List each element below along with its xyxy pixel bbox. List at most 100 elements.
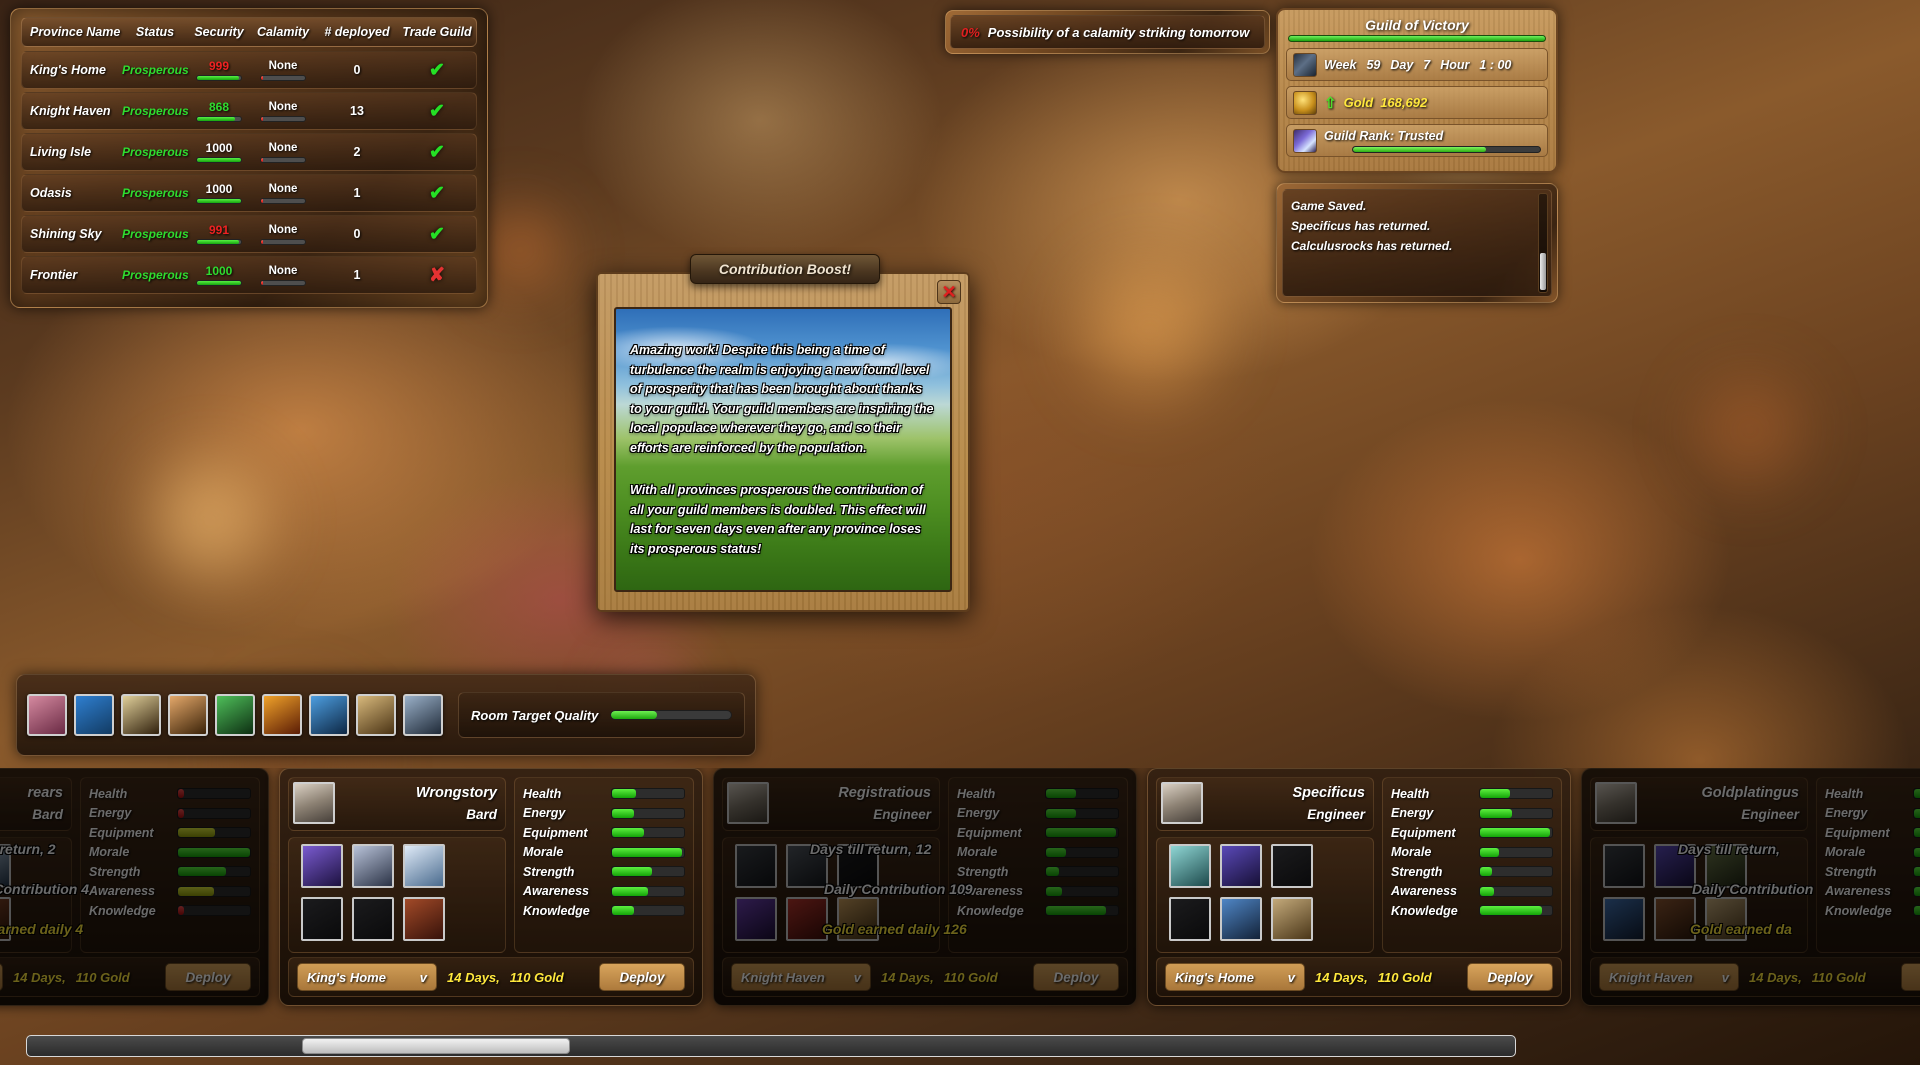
deploy-button-label: Deploy xyxy=(619,969,665,985)
equipment-slot[interactable] xyxy=(1603,844,1645,888)
table-row[interactable]: Knight Haven Prosperous 868 None 13 ✔ xyxy=(21,92,477,130)
deploy-bar: Knight Haven v 14 Days, 110 Gold Deploy xyxy=(722,957,1128,997)
equipment-slot[interactable] xyxy=(735,844,777,888)
horizontal-scrollbar[interactable] xyxy=(26,1035,1516,1057)
province-select-value: King's Home xyxy=(1175,969,1254,985)
stat-label: Energy xyxy=(1825,806,1868,821)
days-till-return: Days till return, 12 xyxy=(810,841,932,857)
province-calamity-cell: None xyxy=(250,183,316,204)
room-icon-archive[interactable] xyxy=(356,694,396,736)
message-log-scroll-thumb[interactable] xyxy=(1540,252,1546,290)
week-value: 59 xyxy=(1366,57,1381,72)
column-header-status: Status xyxy=(135,25,175,39)
character-stats: Health Energy Equipment Morale Strength Aware… xyxy=(948,777,1128,953)
province-deployed-cell: 0 xyxy=(353,63,361,77)
room-icon-garden[interactable] xyxy=(74,694,114,736)
province-trade-guild-cell: ✔ xyxy=(398,182,476,205)
equipment-slot[interactable] xyxy=(1603,897,1645,941)
province-select[interactable]: Knight Haven v xyxy=(1599,963,1739,991)
character-card-strip: rears Bard Health Energy Equipment Morale Stre… xyxy=(0,768,1920,1023)
character-card[interactable]: Wrongstory Bard Health Energy Equipment Moral… xyxy=(279,768,703,1006)
equipment-slot[interactable] xyxy=(1220,844,1262,888)
equipment-slot[interactable] xyxy=(735,897,777,941)
stat-row: Knowledge xyxy=(957,901,1119,921)
stat-label: Morale xyxy=(89,845,130,860)
province-select[interactable]: v xyxy=(0,963,3,991)
equipment-slot[interactable] xyxy=(1169,844,1211,888)
equipment-slot[interactable] xyxy=(403,897,445,941)
character-class: Bard xyxy=(466,807,497,822)
gold-earned-daily: Gold earned daily 4 xyxy=(0,921,84,937)
stat-label: Knowledge xyxy=(523,903,590,918)
deploy-button[interactable]: Deploy xyxy=(1467,963,1553,991)
stat-row: Energy xyxy=(1391,804,1553,824)
stat-label: Knowledge xyxy=(1825,903,1892,918)
equipment-grid xyxy=(1156,837,1374,953)
province-select[interactable]: King's Home v xyxy=(1165,963,1305,991)
calamity-text: Possibility of a calamity striking tomor… xyxy=(987,24,1250,40)
equipment-slot[interactable] xyxy=(352,897,394,941)
province-deployed-cell: 13 xyxy=(350,104,364,118)
character-class: Bard xyxy=(32,807,63,822)
room-icon-library[interactable] xyxy=(309,694,349,736)
deploy-button[interactable]: Deploy xyxy=(599,963,685,991)
room-icon-bedroom[interactable] xyxy=(27,694,67,736)
gold-earned-daily: Gold earned da xyxy=(1690,921,1792,937)
character-card[interactable]: Specificus Engineer Health Energy Equipment M… xyxy=(1147,768,1571,1006)
province-select[interactable]: King's Home v xyxy=(297,963,437,991)
room-icon-armory[interactable] xyxy=(215,694,255,736)
province-deployed-cell: 1 xyxy=(353,268,361,282)
day-value: 7 xyxy=(1423,57,1431,72)
deploy-button-label: Deploy xyxy=(1053,969,1099,985)
equipment-slot[interactable] xyxy=(352,844,394,888)
stat-bar xyxy=(1913,885,1920,897)
avatar xyxy=(293,782,335,824)
days-till-return: Days till return, xyxy=(1678,841,1780,857)
character-card[interactable]: Goldplatingus Engineer Health Energy Equipme… xyxy=(1581,768,1920,1006)
stat-bar xyxy=(1479,885,1553,897)
equipment-slot[interactable] xyxy=(301,844,343,888)
stat-row: Equipment xyxy=(523,823,685,843)
stat-label: Health xyxy=(1391,786,1430,801)
stat-bar xyxy=(1913,866,1920,878)
room-icon-workshop[interactable] xyxy=(168,694,208,736)
deploy-button[interactable]: Deploy xyxy=(1901,963,1920,991)
stat-label: Energy xyxy=(1391,806,1434,821)
equipment-slot[interactable] xyxy=(301,897,343,941)
room-icon-kitchen[interactable] xyxy=(121,694,161,736)
province-select[interactable]: Knight Haven v xyxy=(731,963,871,991)
table-row[interactable]: Living Isle Prosperous 1000 None 2 ✔ xyxy=(21,133,477,171)
character-name: Wrongstory xyxy=(415,785,497,801)
province-select-value: Knight Haven xyxy=(1609,969,1693,985)
deploy-button-label: Deploy xyxy=(1487,969,1533,985)
character-name: Specificus xyxy=(1292,785,1365,801)
room-icon-barracks[interactable] xyxy=(403,694,443,736)
stat-bar xyxy=(1045,827,1119,839)
dialog-paragraph-1: Amazing work! Despite this being a time … xyxy=(630,343,934,455)
day-label: Day xyxy=(1390,57,1414,72)
equipment-slot[interactable] xyxy=(1271,897,1313,941)
province-security-cell: 991 xyxy=(188,223,250,245)
deploy-button[interactable]: Deploy xyxy=(165,963,251,991)
character-card[interactable]: Registratious Engineer Health Energy Equipme… xyxy=(713,768,1137,1006)
stat-label: Awareness xyxy=(523,884,590,899)
table-row[interactable]: Shining Sky Prosperous 991 None 0 ✔ xyxy=(21,215,477,253)
horizontal-scrollbar-thumb[interactable] xyxy=(302,1038,571,1054)
message-log-scrollbar[interactable] xyxy=(1538,193,1548,293)
table-row[interactable]: King's Home Prosperous 999 None 0 ✔ xyxy=(21,51,477,89)
table-row[interactable]: Odasis Prosperous 1000 None 1 ✔ xyxy=(21,174,477,212)
room-icon-forge[interactable] xyxy=(262,694,302,736)
province-security-cell: 868 xyxy=(188,100,250,122)
table-row[interactable]: Frontier Prosperous 1000 None 1 ✘ xyxy=(21,256,477,294)
stat-bar xyxy=(1913,905,1920,917)
equipment-slot[interactable] xyxy=(1271,844,1313,888)
deploy-button[interactable]: Deploy xyxy=(1033,963,1119,991)
close-icon[interactable]: ✕ xyxy=(937,280,961,304)
stat-label: Equipment xyxy=(957,825,1022,840)
equipment-slot[interactable] xyxy=(1169,897,1211,941)
equipment-slot[interactable] xyxy=(403,844,445,888)
equipment-slot[interactable] xyxy=(1220,897,1262,941)
character-card[interactable]: rears Bard Health Energy Equipment Morale Stre… xyxy=(0,768,269,1006)
log-message: Calculusrocks has returned. xyxy=(1291,239,1453,253)
guild-progress-bar xyxy=(1288,35,1546,42)
